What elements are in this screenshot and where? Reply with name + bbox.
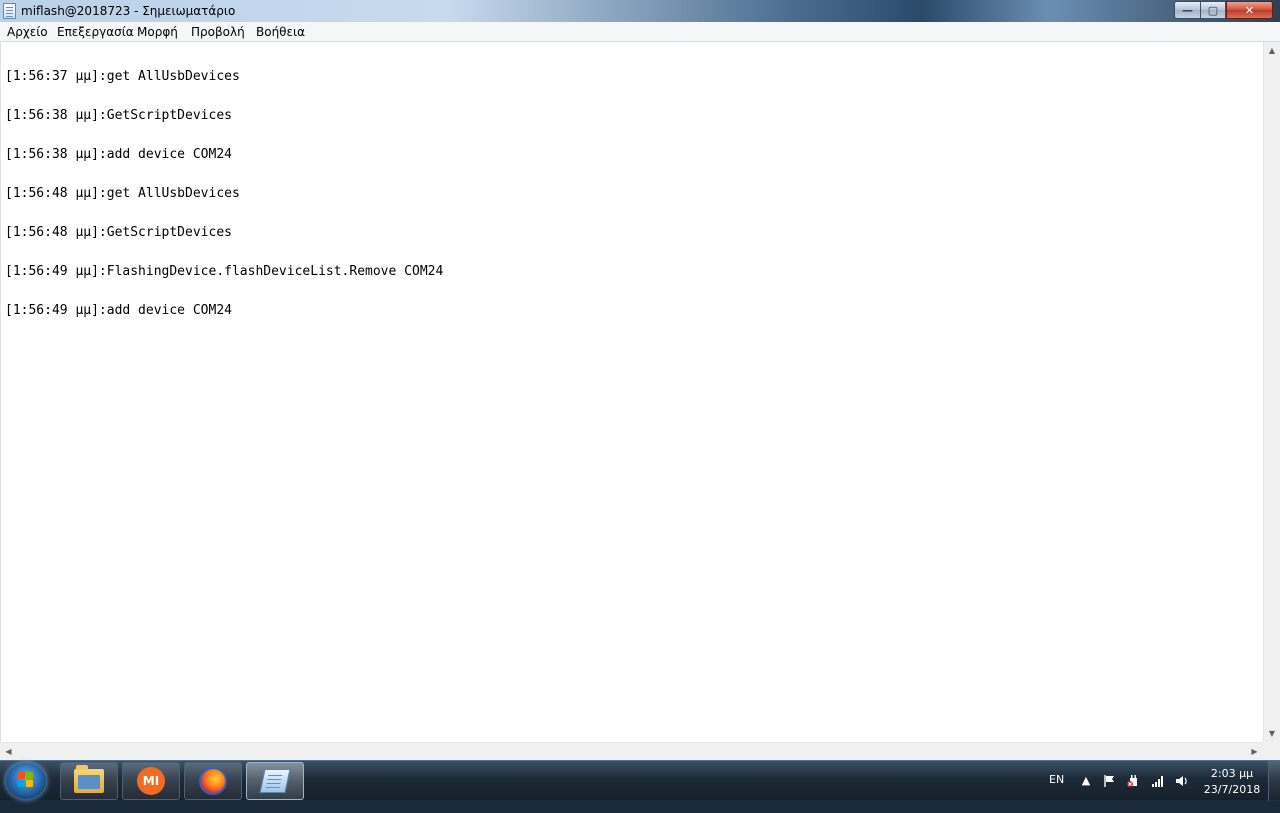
show-desktop-button[interactable] bbox=[1268, 761, 1280, 801]
log-line: [1:56:49 μμ]:FlashingDevice.flashDeviceL… bbox=[5, 264, 444, 279]
clock-time: 2:03 μμ bbox=[1210, 767, 1254, 780]
log-line: [1:56:48 μμ]:get AllUsbDevices bbox=[5, 186, 240, 201]
text-editor[interactable]: [1:56:37 μμ]:get AllUsbDevices [1:56:38 … bbox=[0, 42, 1263, 742]
language-indicator[interactable]: EN bbox=[1049, 773, 1064, 813]
start-button[interactable] bbox=[6, 763, 46, 799]
window-title: miflash@2018723 - Σημειωματάριο bbox=[21, 4, 236, 18]
menu-view[interactable]: Προβολή bbox=[191, 25, 245, 39]
title-bar[interactable]: miflash@2018723 - Σημειωματάριο — ▢ ✕ bbox=[0, 0, 1280, 22]
log-line: [1:56:38 μμ]:GetScriptDevices bbox=[5, 108, 232, 123]
system-clock[interactable]: 2:03 μμ 23/7/2018 bbox=[1198, 766, 1266, 798]
horizontal-scrollbar[interactable]: ◀ ▶ bbox=[0, 742, 1263, 759]
notepad-window: miflash@2018723 - Σημειωματάριο — ▢ ✕ Αρ… bbox=[0, 0, 1280, 760]
vertical-scrollbar[interactable]: ▲ ▼ bbox=[1263, 42, 1280, 742]
log-line: [1:56:38 μμ]:add device COM24 bbox=[5, 147, 232, 162]
windows-logo-icon bbox=[18, 772, 34, 788]
scrollbar-corner bbox=[1263, 742, 1280, 759]
scroll-down-arrow-icon[interactable]: ▼ bbox=[1264, 725, 1280, 742]
menu-edit[interactable]: Επεξεργασία bbox=[57, 25, 134, 39]
folder-icon bbox=[74, 765, 104, 793]
log-line: [1:56:48 μμ]:GetScriptDevices bbox=[5, 225, 232, 240]
volume-speaker-icon[interactable] bbox=[1175, 774, 1189, 788]
taskbar: MI EN ▲ 2:03 μμ 23/7/2018 bbox=[0, 760, 1280, 801]
notepad-app-icon[interactable] bbox=[3, 3, 16, 19]
close-button[interactable]: ✕ bbox=[1226, 1, 1273, 19]
notepad-icon bbox=[259, 769, 291, 793]
taskbar-firefox-button[interactable] bbox=[184, 762, 242, 800]
menu-help[interactable]: Βοήθεια bbox=[256, 25, 305, 39]
clock-date: 23/7/2018 bbox=[1203, 783, 1261, 796]
network-signal-icon[interactable] bbox=[1151, 774, 1165, 788]
menu-file[interactable]: Αρχείο bbox=[7, 25, 48, 39]
taskbar-miflash-button[interactable]: MI bbox=[122, 762, 180, 800]
power-plug-icon[interactable] bbox=[1126, 774, 1140, 788]
scroll-right-arrow-icon[interactable]: ▶ bbox=[1246, 743, 1263, 759]
show-hidden-icons-arrow-icon[interactable]: ▲ bbox=[1079, 774, 1093, 788]
scroll-left-arrow-icon[interactable]: ◀ bbox=[0, 743, 17, 759]
mi-icon: MI bbox=[137, 767, 165, 795]
log-line: [1:56:37 μμ]:get AllUsbDevices bbox=[5, 69, 240, 84]
action-center-flag-icon[interactable] bbox=[1103, 774, 1117, 788]
taskbar-explorer-button[interactable] bbox=[60, 762, 118, 800]
menu-format[interactable]: Μορφή bbox=[137, 25, 178, 39]
scroll-up-arrow-icon[interactable]: ▲ bbox=[1264, 42, 1280, 59]
minimize-button[interactable]: — bbox=[1174, 1, 1201, 19]
taskbar-notepad-button[interactable] bbox=[246, 762, 304, 800]
log-line: [1:56:49 μμ]:add device COM24 bbox=[5, 303, 232, 318]
firefox-icon bbox=[199, 767, 227, 795]
menu-bar: Αρχείο Επεξεργασία Μορφή Προβολή Βοήθεια bbox=[0, 22, 1280, 42]
maximize-button[interactable]: ▢ bbox=[1200, 1, 1226, 19]
